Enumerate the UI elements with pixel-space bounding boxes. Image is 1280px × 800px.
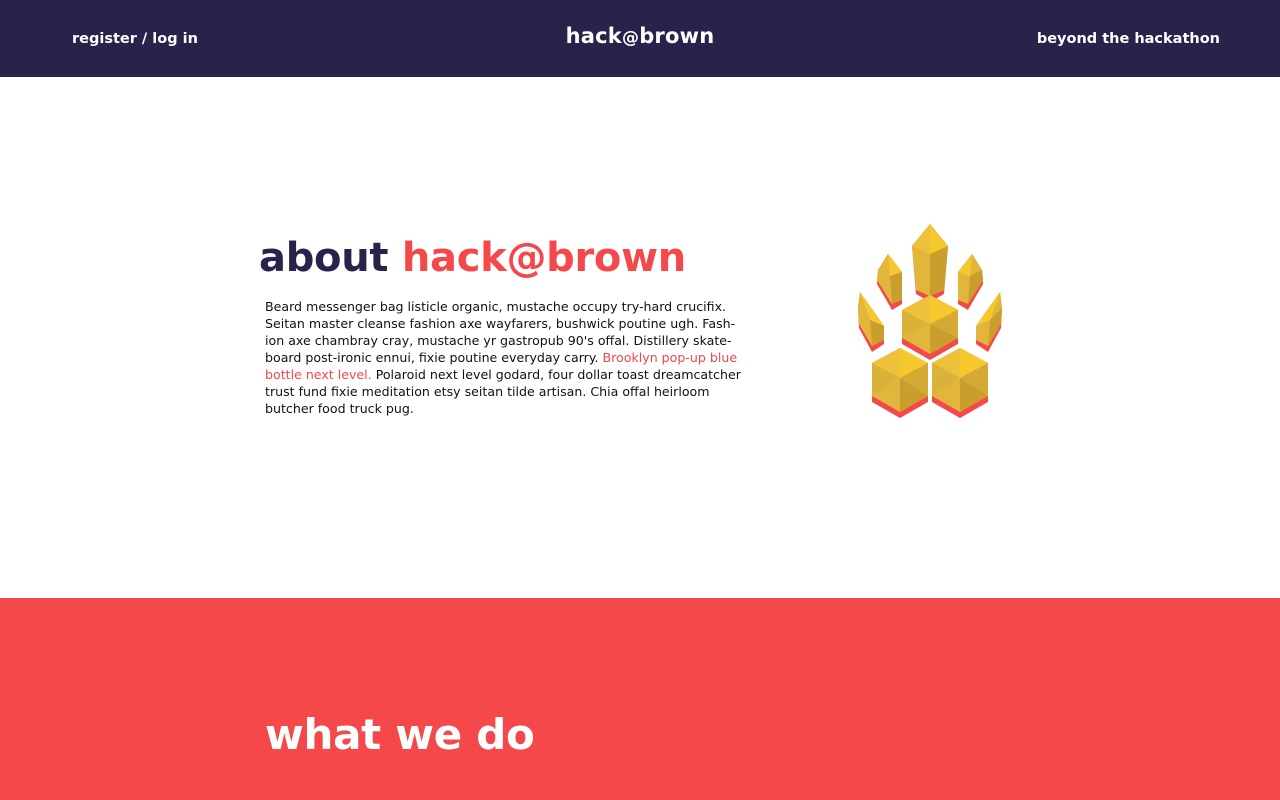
paw-top-crystal — [912, 224, 948, 302]
beyond-hackathon-link[interactable]: beyond the hackathon — [1037, 31, 1220, 47]
paw-center-hex — [902, 295, 958, 360]
paw-right-lower-crystal — [976, 292, 1002, 352]
brand-at: @ — [621, 28, 640, 48]
top-nav: register / log in hack@brown beyond the … — [0, 0, 1280, 77]
about-title: about hack@brown — [259, 231, 686, 285]
about-body-text: Beard messenger bag listicle organic, mu… — [265, 298, 745, 417]
paw-right-hex — [932, 348, 988, 418]
about-section: about hack@brown Beard messenger bag lis… — [0, 77, 1280, 598]
about-title-brand: hack@brown — [401, 235, 686, 281]
paw-left-lower-crystal — [858, 292, 884, 352]
what-we-do-section: what we do — [0, 598, 1280, 800]
paw-left-upper-crystal — [877, 254, 902, 310]
paw-right-upper-crystal — [958, 254, 983, 310]
brand-prefix: hack — [565, 24, 622, 48]
about-title-word: about — [259, 235, 389, 281]
paw-crystal-logo-icon — [858, 224, 1002, 418]
what-we-do-title: what we do — [265, 710, 535, 759]
brand-suffix: brown — [639, 24, 715, 48]
paw-left-hex — [872, 348, 928, 418]
